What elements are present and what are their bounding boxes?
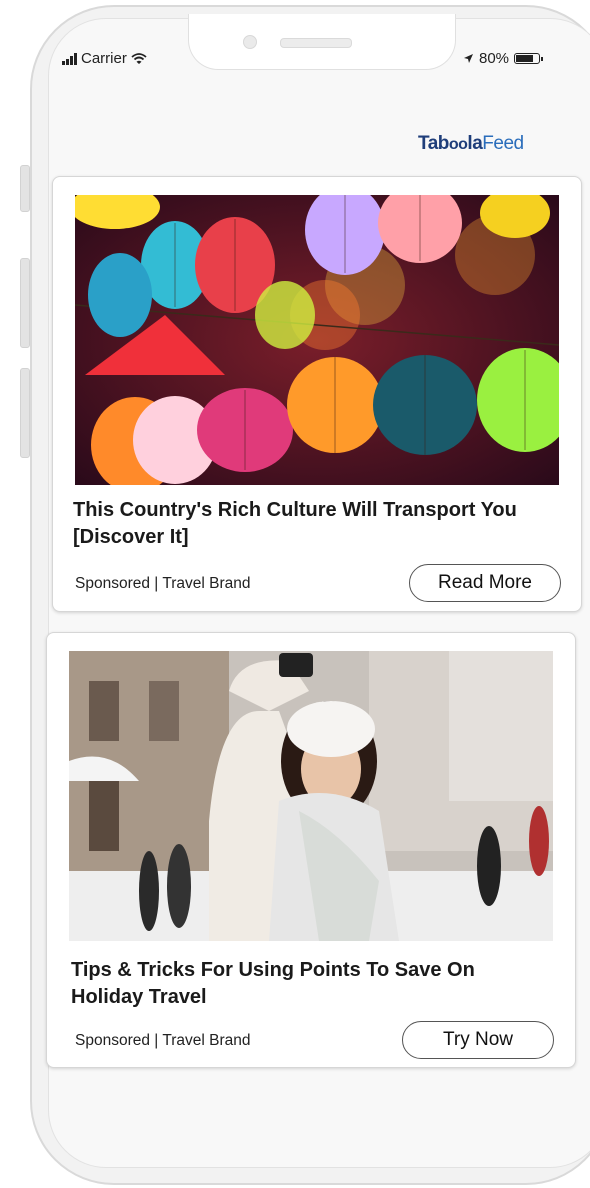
volume-down-button — [20, 368, 30, 458]
camera-icon — [243, 35, 257, 49]
location-arrow-icon — [464, 54, 473, 63]
selfie-snow-photo[interactable] — [69, 651, 553, 941]
mute-switch — [20, 165, 30, 212]
feed-card-1[interactable]: This Country's Rich Culture Will Transpo… — [52, 176, 582, 612]
read-more-button[interactable]: Read More — [409, 564, 561, 602]
card-1-title[interactable]: This Country's Rich Culture Will Transpo… — [73, 497, 553, 551]
battery-fill — [516, 55, 534, 62]
speaker-grille — [280, 38, 352, 48]
card-2-sponsored-label: Sponsored | Travel Brand — [75, 1032, 251, 1049]
signal-icon — [62, 52, 77, 65]
wifi-icon — [131, 52, 147, 64]
battery-icon — [514, 53, 544, 64]
card-2-title[interactable]: Tips & Tricks For Using Points To Save O… — [71, 957, 551, 1011]
lanterns-photo[interactable] — [75, 195, 559, 485]
feed-card-2[interactable]: Tips & Tricks For Using Points To Save O… — [46, 632, 576, 1068]
volume-up-button — [20, 258, 30, 348]
carrier-label: Carrier — [81, 50, 127, 67]
status-bar-left: Carrier — [62, 50, 147, 67]
try-now-button[interactable]: Try Now — [402, 1021, 554, 1059]
status-bar-right: 80% — [463, 50, 544, 67]
battery-percent: 80% — [479, 50, 510, 67]
taboola-feed-logo: TaboolaFeed — [418, 133, 524, 154]
card-1-sponsored-label: Sponsored | Travel Brand — [75, 575, 251, 592]
